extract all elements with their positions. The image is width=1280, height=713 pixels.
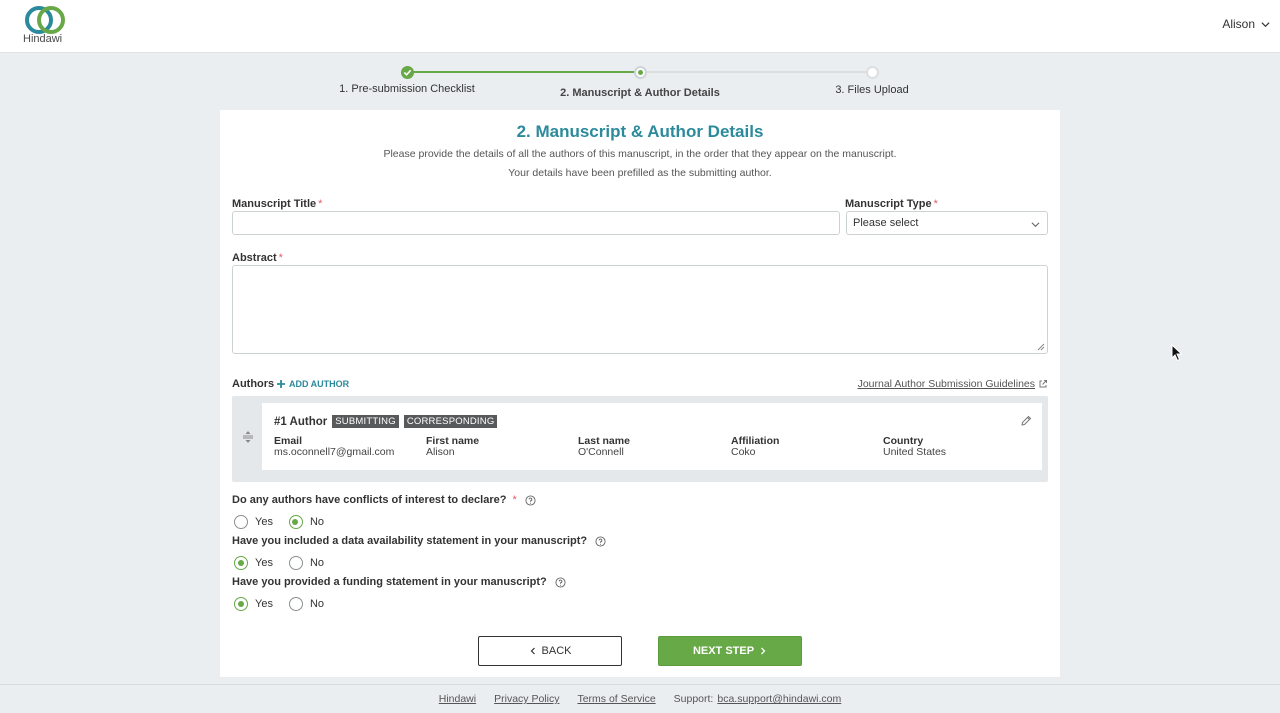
manuscript-title-input[interactable] [232, 211, 840, 235]
data-availability-question: Have you included a data availability st… [232, 535, 606, 547]
author-first-name: First name Alison [426, 435, 480, 458]
data-availability-no-radio[interactable] [288, 556, 303, 570]
step-3-dot [866, 66, 879, 79]
pencil-icon[interactable] [1020, 415, 1032, 427]
author-email: Email ms.oconnell7@gmail.com [274, 435, 395, 458]
footer-link-terms[interactable]: Terms of Service [577, 693, 655, 705]
support-email-link[interactable]: bca.support@hindawi.com [717, 693, 841, 705]
help-circle-icon[interactable] [595, 535, 606, 547]
plus-icon [277, 380, 285, 388]
add-author-button[interactable]: ADD AUTHOR [276, 379, 349, 389]
page-subtitle-2: Your details have been prefilled as the … [508, 167, 772, 179]
author-last-name: Last name O'Connell [578, 435, 630, 458]
manuscript-title-label: Manuscript Title * [232, 198, 323, 210]
help-circle-icon[interactable] [525, 494, 536, 506]
data-availability-yes-radio[interactable] [234, 556, 248, 570]
footer-support: Support: bca.support@hindawi.com [673, 693, 842, 705]
logo-text: Hindawi [23, 33, 63, 45]
next-step-button[interactable]: NEXT STEP [658, 636, 802, 666]
abstract-label: Abstract * [232, 252, 283, 264]
chevron-left-icon [530, 647, 535, 655]
user-menu[interactable]: Alison [1222, 17, 1270, 31]
page-subtitle-1: Please provide the details of all the au… [383, 148, 897, 160]
footer: Hindawi Privacy Policy Terms of Service … [0, 684, 1280, 713]
check-icon [403, 69, 412, 76]
step-line-todo [640, 71, 872, 73]
funding-no-radio[interactable] [288, 597, 303, 611]
help-circle-icon[interactable] [555, 576, 566, 588]
footer-link-privacy[interactable]: Privacy Policy [494, 693, 559, 705]
conflict-no-radio[interactable] [288, 515, 303, 529]
corresponding-tag: CORRESPONDING [403, 415, 498, 428]
author-heading: #1 Author SUBMITTING CORRESPONDING [274, 415, 498, 428]
funding-yes-radio[interactable] [234, 597, 248, 611]
manuscript-type-select[interactable]: Please select [846, 211, 1048, 235]
mouse-cursor-icon [1171, 344, 1183, 362]
conflict-question: Do any authors have conflicts of interes… [232, 494, 536, 506]
chevron-down-icon [1261, 21, 1270, 27]
chevron-down-icon [1031, 222, 1040, 228]
chevron-right-icon [761, 647, 766, 655]
author-affiliation: Affiliation Coko [731, 435, 780, 458]
step-1-dot [401, 66, 414, 79]
footer-link-hindawi[interactable]: Hindawi [439, 693, 476, 705]
conflict-yes-radio[interactable] [234, 515, 248, 529]
conflict-radio-group: Yes No [234, 515, 340, 529]
authors-list: #1 Author SUBMITTING CORRESPONDING Email… [232, 396, 1048, 482]
user-name: Alison [1222, 17, 1255, 31]
drag-handle-icon[interactable] [242, 430, 254, 444]
progress-stepper: 1. Pre-submission Checklist 2. Manuscrip… [0, 60, 1280, 105]
manuscript-type-label: Manuscript Type * [845, 198, 938, 210]
step-2-label: 2. Manuscript & Author Details [560, 87, 720, 99]
authors-label: Authors [232, 378, 275, 390]
top-bar: Hindawi Alison [0, 0, 1280, 53]
author-country: Country United States [883, 435, 947, 458]
manuscript-form-card: 2. Manuscript & Author Details Please pr… [220, 110, 1060, 677]
funding-question: Have you provided a funding statement in… [232, 576, 566, 588]
page-title: 2. Manuscript & Author Details [516, 122, 764, 141]
resize-grip-icon[interactable] [1037, 343, 1045, 351]
step-2-dot [634, 66, 647, 79]
back-button[interactable]: BACK [478, 636, 622, 666]
step-1-label: 1. Pre-submission Checklist [339, 83, 475, 95]
submitting-tag: SUBMITTING [332, 415, 399, 428]
abstract-textarea[interactable] [232, 265, 1048, 354]
author-guidelines-link[interactable]: Journal Author Submission Guidelines [858, 378, 1048, 390]
data-availability-radio-group: Yes No [234, 556, 340, 570]
manuscript-type-value: Please select [853, 217, 919, 229]
author-card: #1 Author SUBMITTING CORRESPONDING Email… [262, 403, 1042, 470]
step-line-done [407, 71, 640, 73]
external-link-icon [1039, 380, 1047, 388]
funding-radio-group: Yes No [234, 597, 340, 611]
step-3-label: 3. Files Upload [835, 84, 909, 96]
